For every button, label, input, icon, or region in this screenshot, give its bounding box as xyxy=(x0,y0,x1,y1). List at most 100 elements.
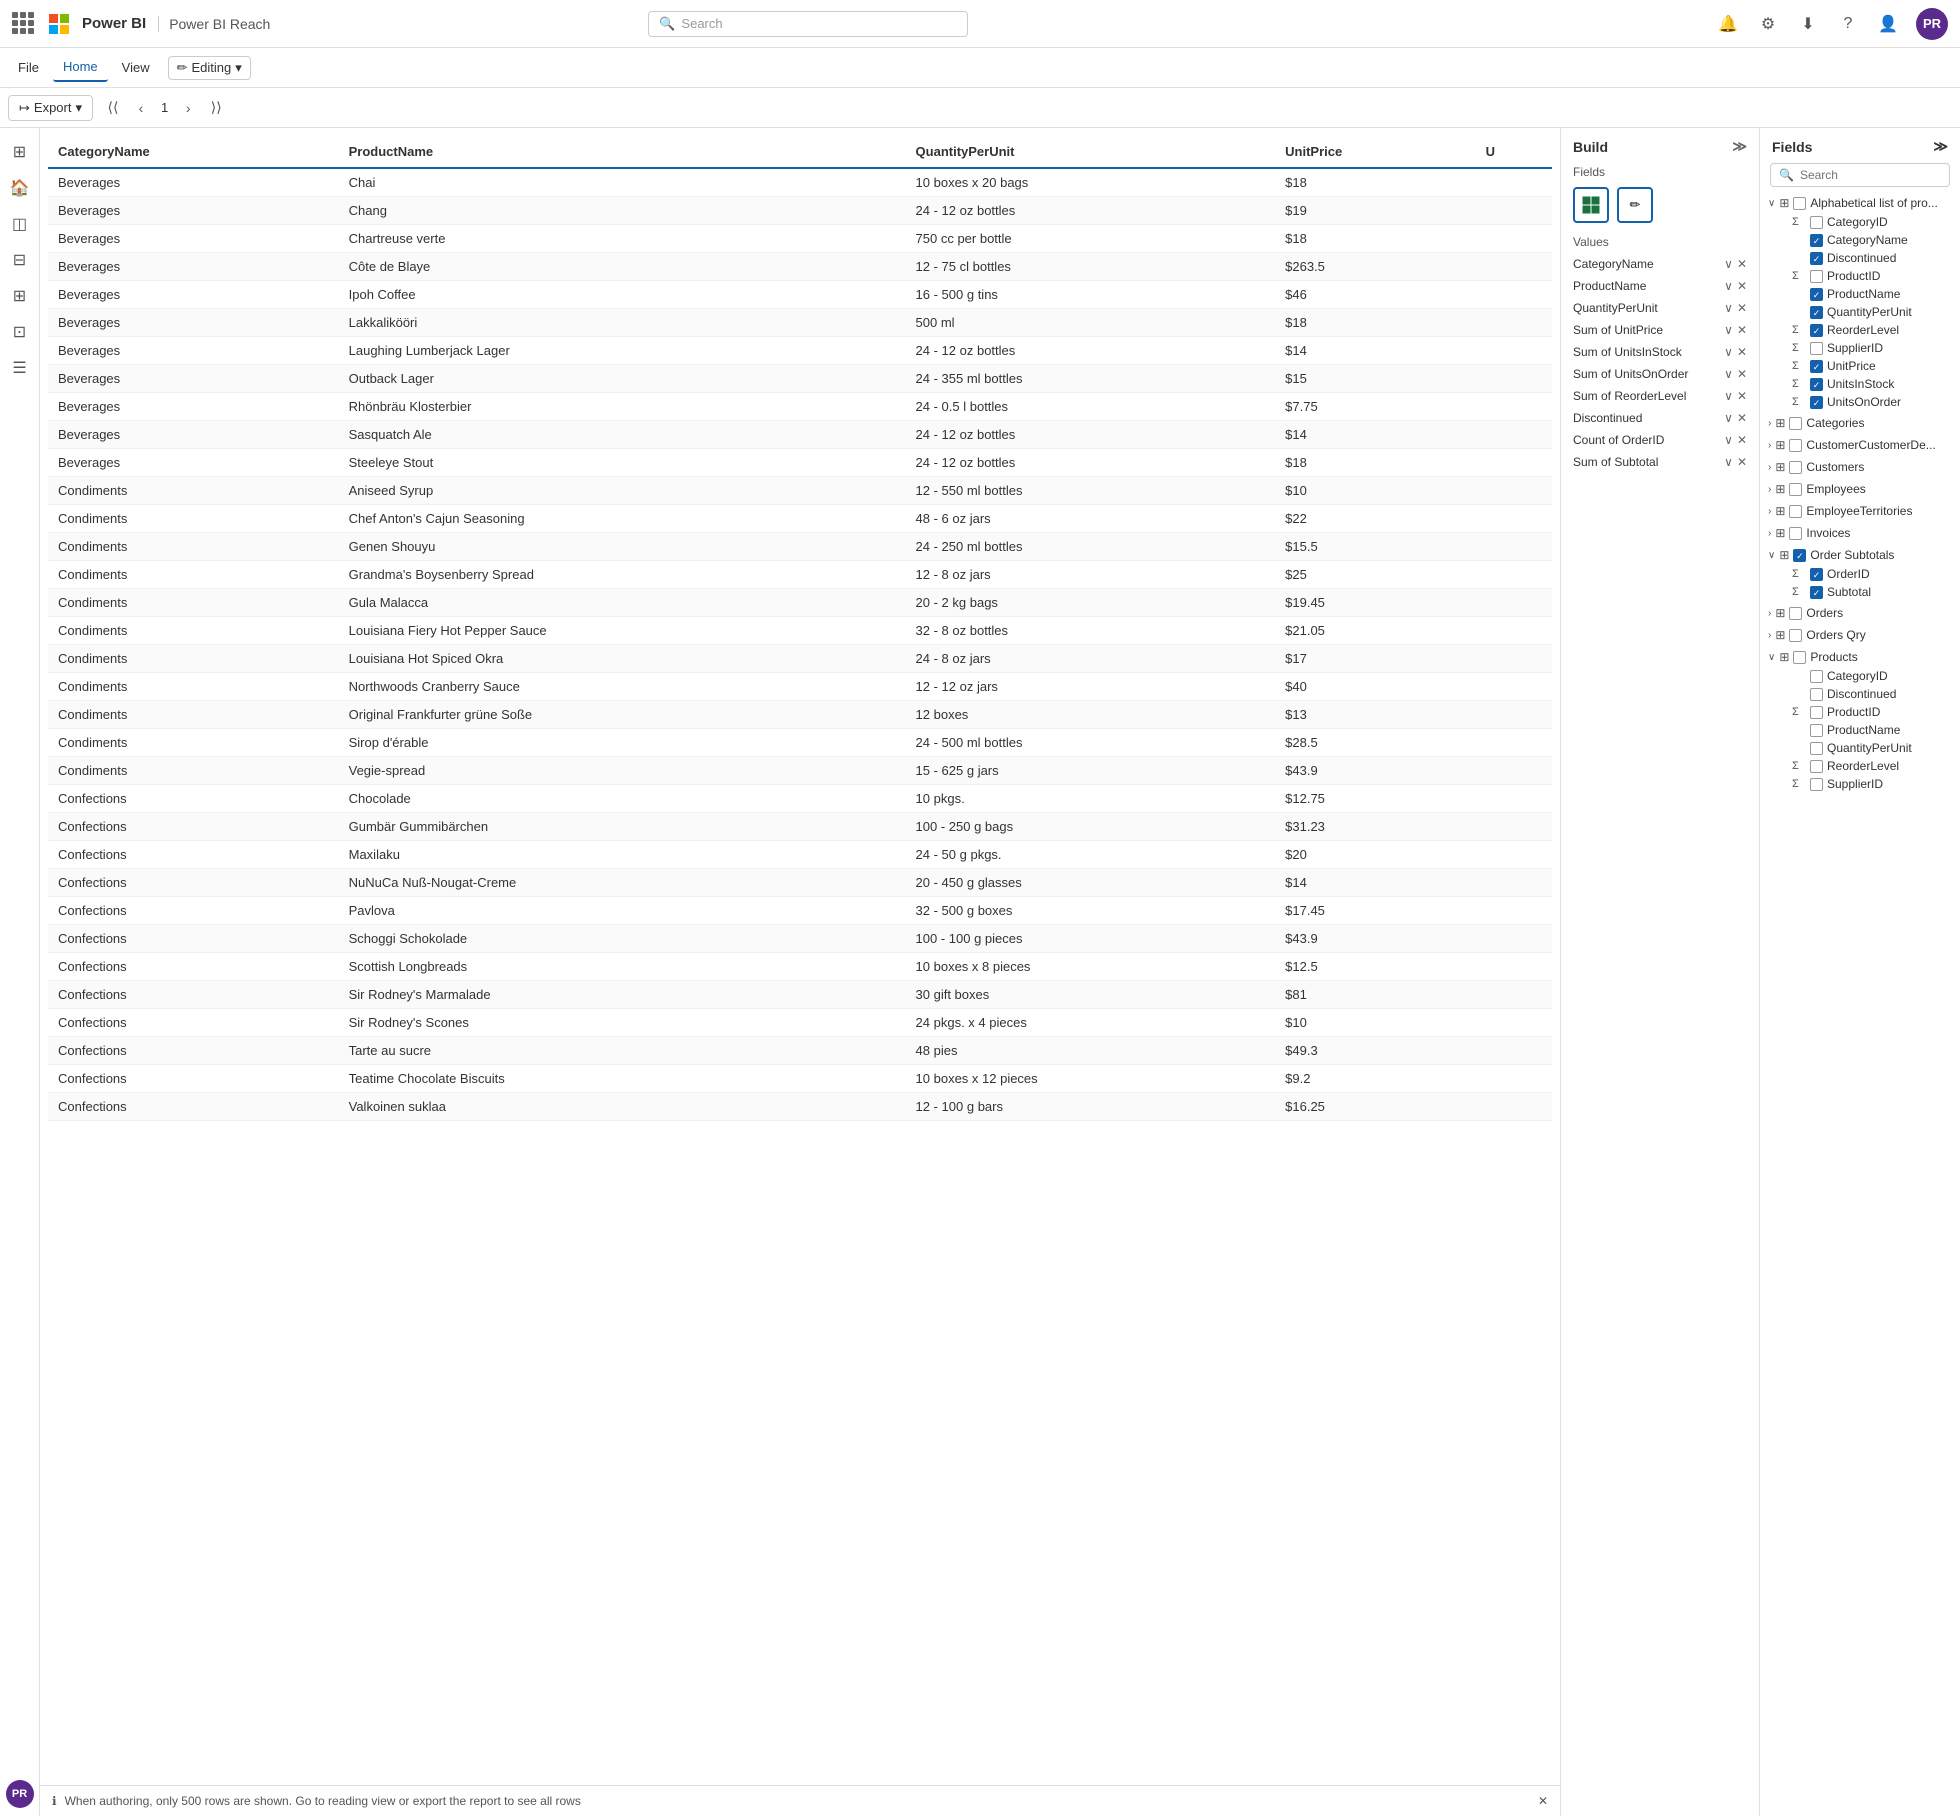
tree-item[interactable]: ΣCategoryID xyxy=(1764,213,1956,231)
tree-check[interactable] xyxy=(1793,651,1806,664)
tree-group-header[interactable]: ∨ ⊞ Alphabetical list of pro... xyxy=(1764,193,1956,213)
tree-check[interactable] xyxy=(1789,607,1802,620)
tree-item[interactable]: ProductName xyxy=(1764,721,1956,739)
remove-icon[interactable]: ✕ xyxy=(1737,433,1747,447)
tree-item[interactable]: ΣUnitsInStock xyxy=(1764,375,1956,393)
field-check[interactable] xyxy=(1810,342,1823,355)
remove-icon[interactable]: ✕ xyxy=(1737,345,1747,359)
editing-button[interactable]: ✏ Editing ▾ xyxy=(168,56,251,80)
field-check[interactable] xyxy=(1810,288,1823,301)
sidebar-icon-nav[interactable]: 🏠 xyxy=(4,172,36,204)
remove-icon[interactable]: ✕ xyxy=(1737,367,1747,381)
remove-icon[interactable]: ✕ xyxy=(1737,411,1747,425)
col-header-category[interactable]: CategoryName xyxy=(48,136,339,168)
field-check[interactable] xyxy=(1810,306,1823,319)
grid-menu-icon[interactable] xyxy=(12,12,36,36)
remove-icon[interactable]: ✕ xyxy=(1737,257,1747,271)
tree-check[interactable] xyxy=(1789,439,1802,452)
tree-group-header[interactable]: › ⊞ Invoices xyxy=(1764,523,1956,543)
field-check[interactable] xyxy=(1810,234,1823,247)
chevron-down-icon[interactable]: ∨ xyxy=(1724,455,1733,469)
tree-check[interactable] xyxy=(1789,417,1802,430)
tree-check[interactable] xyxy=(1793,197,1806,210)
col-header-u[interactable]: U xyxy=(1476,136,1552,168)
field-check[interactable] xyxy=(1810,216,1823,229)
field-check[interactable] xyxy=(1810,742,1823,755)
close-footer-icon[interactable]: ✕ xyxy=(1538,1794,1548,1808)
tree-group-header[interactable]: › ⊞ Orders Qry xyxy=(1764,625,1956,645)
tree-item[interactable]: CategoryName xyxy=(1764,231,1956,249)
help-icon[interactable]: ? xyxy=(1836,12,1860,36)
tree-group-header[interactable]: › ⊞ Employees xyxy=(1764,479,1956,499)
col-header-price[interactable]: UnitPrice xyxy=(1275,136,1475,168)
sidebar-icon-table[interactable]: ◫ xyxy=(4,208,36,240)
remove-icon[interactable]: ✕ xyxy=(1737,301,1747,315)
remove-icon[interactable]: ✕ xyxy=(1737,323,1747,337)
tree-item[interactable]: ΣProductID xyxy=(1764,267,1956,285)
col-header-product[interactable]: ProductName xyxy=(339,136,906,168)
sidebar-icon-chat[interactable]: ⊡ xyxy=(4,316,36,348)
tab-home[interactable]: Home xyxy=(53,53,108,82)
tree-item[interactable]: ΣSupplierID xyxy=(1764,339,1956,357)
tree-check[interactable] xyxy=(1789,629,1802,642)
field-check[interactable] xyxy=(1810,360,1823,373)
tree-item[interactable]: ΣUnitPrice xyxy=(1764,357,1956,375)
tree-item[interactable]: CategoryID xyxy=(1764,667,1956,685)
field-check[interactable] xyxy=(1810,586,1823,599)
tree-item[interactable]: Discontinued xyxy=(1764,249,1956,267)
table-viz-icon[interactable] xyxy=(1573,187,1609,223)
sidebar-icon-menu[interactable]: ☰ xyxy=(4,352,36,384)
remove-icon[interactable]: ✕ xyxy=(1737,389,1747,403)
notification-icon[interactable]: 🔔 xyxy=(1716,12,1740,36)
tree-check[interactable] xyxy=(1793,549,1806,562)
tree-item[interactable]: ΣProductID xyxy=(1764,703,1956,721)
chevron-down-icon[interactable]: ∨ xyxy=(1724,389,1733,403)
tree-group-header[interactable]: ∨ ⊞ Order Subtotals xyxy=(1764,545,1956,565)
tree-check[interactable] xyxy=(1789,461,1802,474)
first-page-button[interactable]: ⟨⟨ xyxy=(101,96,125,120)
search-bar[interactable]: 🔍 Search xyxy=(648,11,968,37)
chevron-down-icon[interactable]: ∨ xyxy=(1724,323,1733,337)
tree-item[interactable]: ProductName xyxy=(1764,285,1956,303)
sidebar-icon-grid[interactable]: ⊞ xyxy=(4,280,36,312)
field-check[interactable] xyxy=(1810,378,1823,391)
tree-check[interactable] xyxy=(1789,505,1802,518)
tree-group-header[interactable]: › ⊞ Customers xyxy=(1764,457,1956,477)
chevron-down-icon[interactable]: ∨ xyxy=(1724,345,1733,359)
prev-page-button[interactable]: ‹ xyxy=(129,96,153,120)
field-check[interactable] xyxy=(1810,670,1823,683)
field-check[interactable] xyxy=(1810,568,1823,581)
tree-item[interactable]: QuantityPerUnit xyxy=(1764,303,1956,321)
settings-icon[interactable]: ⚙ xyxy=(1756,12,1780,36)
field-check[interactable] xyxy=(1810,706,1823,719)
tree-item[interactable]: ΣUnitsOnOrder xyxy=(1764,393,1956,411)
chevron-down-icon[interactable]: ∨ xyxy=(1724,279,1733,293)
sidebar-avatar[interactable]: PR xyxy=(6,1780,34,1808)
tree-item[interactable]: Discontinued xyxy=(1764,685,1956,703)
expand-icon[interactable]: ≫ xyxy=(1732,138,1747,155)
tree-item[interactable]: ΣReorderLevel xyxy=(1764,757,1956,775)
account-icon[interactable]: 👤 xyxy=(1876,12,1900,36)
field-check[interactable] xyxy=(1810,778,1823,791)
avatar[interactable]: PR xyxy=(1916,8,1948,40)
download-icon[interactable]: ⬇ xyxy=(1796,12,1820,36)
tree-group-header[interactable]: › ⊞ Orders xyxy=(1764,603,1956,623)
remove-icon[interactable]: ✕ xyxy=(1737,455,1747,469)
tree-item[interactable]: QuantityPerUnit xyxy=(1764,739,1956,757)
remove-icon[interactable]: ✕ xyxy=(1737,279,1747,293)
tree-check[interactable] xyxy=(1789,527,1802,540)
sidebar-icon-model[interactable]: ⊟ xyxy=(4,244,36,276)
tab-view[interactable]: View xyxy=(112,54,160,81)
tree-check[interactable] xyxy=(1789,483,1802,496)
chevron-down-icon[interactable]: ∨ xyxy=(1724,257,1733,271)
tree-group-header[interactable]: › ⊞ Categories xyxy=(1764,413,1956,433)
edit-viz-icon[interactable]: ✏ xyxy=(1617,187,1653,223)
fields-search[interactable]: 🔍 xyxy=(1770,163,1950,187)
tree-item[interactable]: ΣReorderLevel xyxy=(1764,321,1956,339)
last-page-button[interactable]: ⟩⟩ xyxy=(204,96,228,120)
field-check[interactable] xyxy=(1810,270,1823,283)
tree-group-header[interactable]: › ⊞ EmployeeTerritories xyxy=(1764,501,1956,521)
tree-group-header[interactable]: ∨ ⊞ Products xyxy=(1764,647,1956,667)
field-check[interactable] xyxy=(1810,688,1823,701)
field-check[interactable] xyxy=(1810,252,1823,265)
